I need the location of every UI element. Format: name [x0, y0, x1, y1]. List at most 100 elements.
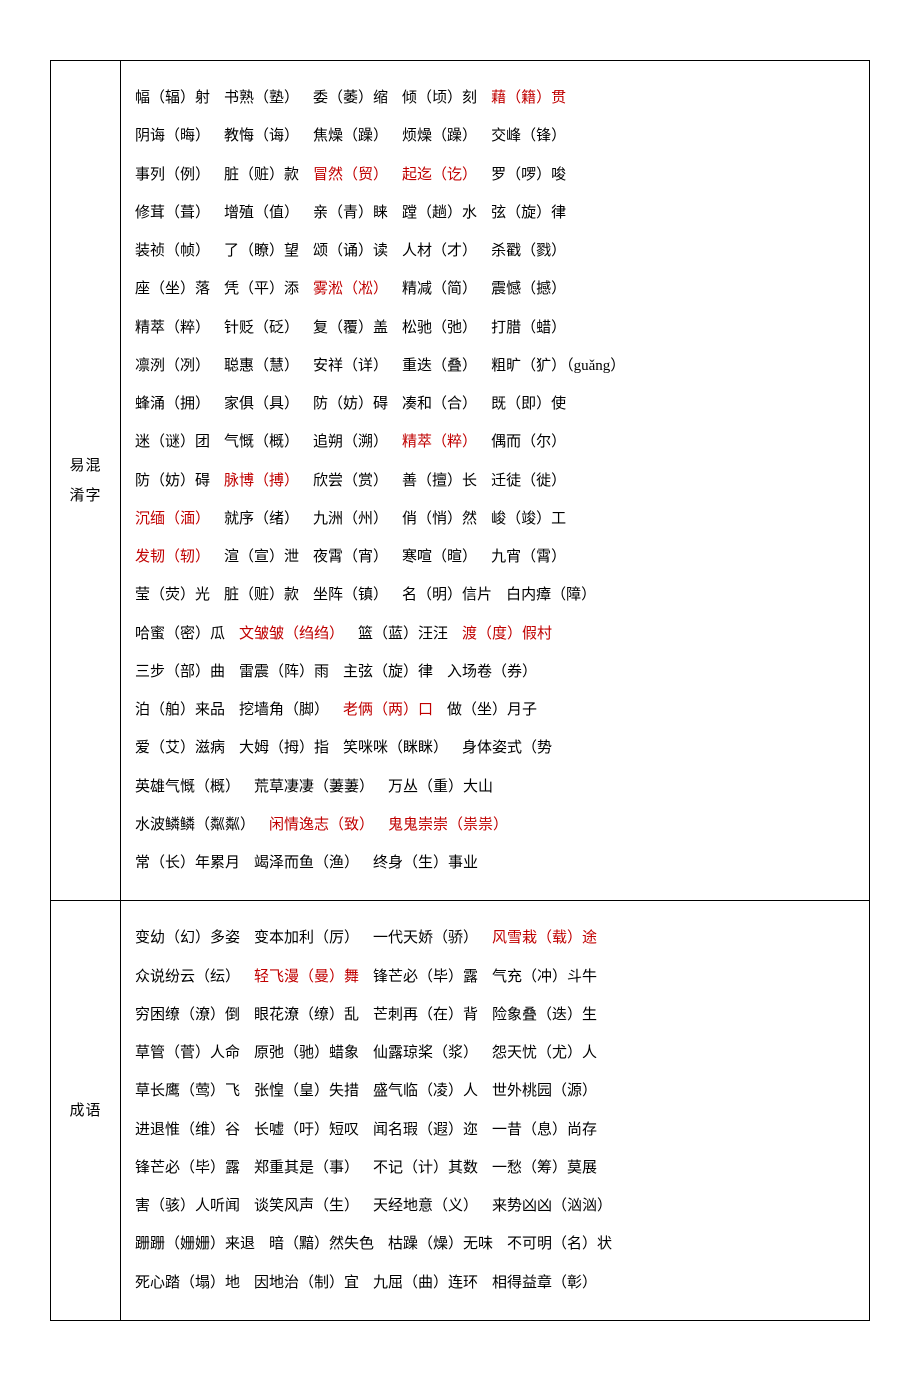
content-line: 穷困缭（潦）倒眼花潦（缭）乱芒刺再（在）背险象叠（迭）生	[135, 996, 859, 1034]
word-entry: 一昔（息）尚存	[492, 1122, 597, 1138]
content-line: 死心踏（塌）地因地治（制）宜九屈（曲）连环相得益章（彰）	[135, 1264, 859, 1302]
row-label-text: 淆字	[69, 488, 101, 504]
row-label-text: 成语	[69, 1103, 101, 1119]
word-entry: 长嘘（吁）短叹	[254, 1122, 359, 1138]
vocab-table: 易混淆字幅（辐）射书熟（塾）委（萎）缩倾（顷）刻藉（籍）贯阴诲（晦）教悔（诲）焦…	[50, 60, 870, 1321]
word-entry: 不记（计）其数	[373, 1160, 478, 1176]
word-entry: 天经地意（义）	[373, 1198, 478, 1214]
word-entry: 委（萎）缩	[313, 90, 388, 106]
word-entry: 聪惠（慧）	[224, 358, 299, 374]
word-entry: 就序（绪）	[224, 511, 299, 527]
word-entry: 眼花潦（缭）乱	[254, 1007, 359, 1023]
word-entry: 寒喧（暄）	[402, 549, 477, 565]
word-entry: 书熟（塾）	[224, 90, 299, 106]
content-line: 座（坐）落凭（平）添雾淞（凇）精减（简）震憾（撼）	[135, 270, 859, 308]
content-line: 水波鳞鳞（粼粼）闲情逸志（致）鬼鬼崇崇（祟祟）	[135, 806, 859, 844]
word-entry: 沉缅（湎）	[135, 511, 210, 527]
content-line: 进退惟（维）谷长嘘（吁）短叹闻名瑕（遐）迩一昔（息）尚存	[135, 1111, 859, 1149]
word-entry: 焦燥（躁）	[313, 128, 388, 144]
word-entry: 九屈（曲）连环	[373, 1275, 478, 1291]
word-entry: 凑和（合）	[402, 396, 477, 412]
word-entry: 跚跚（姗姗）来退	[135, 1236, 255, 1252]
word-entry: 人材（才）	[402, 243, 477, 259]
word-entry: 险象叠（迭）生	[492, 1007, 597, 1023]
word-entry: 主弦（旋）律	[343, 664, 433, 680]
content-line: 事列（例）脏（赃）款冒然（贸）起迄（讫）罗（啰）唆	[135, 156, 859, 194]
word-entry: 因地治（制）宜	[254, 1275, 359, 1291]
content-line: 草管（菅）人命原弛（驰）蜡象仙露琼桨（浆）怨天忧（尤）人	[135, 1034, 859, 1072]
word-entry: 杀戳（戮）	[491, 243, 566, 259]
word-entry: 增殖（值）	[224, 205, 299, 221]
word-entry: 粗旷（犷）（guǎng）	[491, 358, 625, 374]
word-entry: 峻（竣）工	[491, 511, 566, 527]
word-entry: 不可明（名）状	[507, 1236, 612, 1252]
word-entry: 怨天忧（尤）人	[492, 1045, 597, 1061]
word-entry: 蹚（趟）水	[402, 205, 477, 221]
word-entry: 针贬（砭）	[224, 320, 299, 336]
content-line: 莹（荧）光脏（赃）款坐阵（镇）名（明）信片白内瘴（障）	[135, 576, 859, 614]
word-entry: 防（妨）碍	[313, 396, 388, 412]
word-entry: 夜霄（宵）	[313, 549, 388, 565]
word-entry: 震憾（撼）	[491, 281, 566, 297]
word-entry: 迁徒（徙）	[491, 473, 566, 489]
word-entry: 风雪栽（载）途	[492, 930, 597, 946]
word-entry: 追朔（溯）	[313, 434, 388, 450]
content-line: 哈蜜（密）瓜文皱皱（绉绉）篮（蓝）汪汪渡（度）假村	[135, 615, 859, 653]
word-entry: 水波鳞鳞（粼粼）	[135, 817, 255, 833]
content-line: 修茸（葺）增殖（值）亲（青）睐蹚（趟）水弦（旋）律	[135, 194, 859, 232]
word-entry: 终身（生）事业	[373, 855, 478, 871]
content-line: 三步（部）曲雷震（阵）雨主弦（旋）律入场卷（券）	[135, 653, 859, 691]
word-entry: 盛气临（凌）人	[373, 1083, 478, 1099]
row-label-text: 易混	[69, 458, 101, 474]
content-line: 英雄气慨（概）荒草凄凄（萋萋）万丛（重）大山	[135, 768, 859, 806]
word-entry: 俏（悄）然	[402, 511, 477, 527]
word-entry: 精萃（粹）	[135, 320, 210, 336]
word-entry: 蜂涌（拥）	[135, 396, 210, 412]
word-entry: 竭泽而鱼（渔）	[254, 855, 359, 871]
word-entry: 入场卷（券）	[447, 664, 537, 680]
word-entry: 偶而（尔）	[491, 434, 566, 450]
word-entry: 暗（黯）然失色	[269, 1236, 374, 1252]
word-entry: 篮（蓝）汪汪	[358, 626, 448, 642]
word-entry: 雷震（阵）雨	[239, 664, 329, 680]
row-content: 变幼（幻）多姿变本加利（厉）一代天娇（骄）风雪栽（载）途众说纷云（纭）轻飞漫（曼…	[121, 901, 870, 1321]
row-label: 易混淆字	[51, 61, 121, 901]
word-entry: 九洲（州）	[313, 511, 388, 527]
word-entry: 锋芒必（毕）露	[373, 969, 478, 985]
word-entry: 爱（艾）滋病	[135, 740, 225, 756]
word-entry: 迷（谜）团	[135, 434, 210, 450]
word-entry: 枯躁（燥）无味	[388, 1236, 493, 1252]
document-page: 易混淆字幅（辐）射书熟（塾）委（萎）缩倾（顷）刻藉（籍）贯阴诲（晦）教悔（诲）焦…	[0, 0, 920, 1381]
word-entry: 气充（冲）斗牛	[492, 969, 597, 985]
word-entry: 复（覆）盖	[313, 320, 388, 336]
word-entry: 倾（顷）刻	[402, 90, 477, 106]
word-entry: 郑重其是（事）	[254, 1160, 359, 1176]
word-entry: 凭（平）添	[224, 281, 299, 297]
word-entry: 精萃（粹）	[402, 434, 477, 450]
word-entry: 众说纷云（纭）	[135, 969, 240, 985]
word-entry: 莹（荧）光	[135, 587, 210, 603]
word-entry: 颂（诵）读	[313, 243, 388, 259]
content-line: 防（妨）碍脉博（搏）欣尝（赏）善（擅）长迁徒（徙）	[135, 462, 859, 500]
word-entry: 芒刺再（在）背	[373, 1007, 478, 1023]
word-entry: 进退惟（维）谷	[135, 1122, 240, 1138]
content-line: 害（骇）人听闻谈笑风声（生）天经地意（义）来势凶凶（汹汹）	[135, 1187, 859, 1225]
word-entry: 雾淞（凇）	[313, 281, 388, 297]
word-entry: 穷困缭（潦）倒	[135, 1007, 240, 1023]
word-entry: 松驰（弛）	[402, 320, 477, 336]
word-entry: 闻名瑕（遐）迩	[373, 1122, 478, 1138]
content-line: 阴诲（晦）教悔（诲）焦燥（躁）烦燥（躁）交峰（锋）	[135, 117, 859, 155]
table-row: 易混淆字幅（辐）射书熟（塾）委（萎）缩倾（顷）刻藉（籍）贯阴诲（晦）教悔（诲）焦…	[51, 61, 870, 901]
word-entry: 原弛（驰）蜡象	[254, 1045, 359, 1061]
word-entry: 教悔（诲）	[224, 128, 299, 144]
word-entry: 防（妨）碍	[135, 473, 210, 489]
word-entry: 轻飞漫（曼）舞	[254, 969, 359, 985]
word-entry: 死心踏（塌）地	[135, 1275, 240, 1291]
word-entry: 名（明）信片	[402, 587, 492, 603]
table-row: 成语变幼（幻）多姿变本加利（厉）一代天娇（骄）风雪栽（载）途众说纷云（纭）轻飞漫…	[51, 901, 870, 1321]
word-entry: 英雄气慨（概）	[135, 779, 240, 795]
content-line: 凛洌（冽）聪惠（慧）安祥（详）重迭（叠）粗旷（犷）（guǎng）	[135, 347, 859, 385]
word-entry: 九宵（霄）	[491, 549, 566, 565]
content-line: 泊（舶）来品挖墙角（脚）老俩（两）口做（坐）月子	[135, 691, 859, 729]
word-entry: 哈蜜（密）瓜	[135, 626, 225, 642]
